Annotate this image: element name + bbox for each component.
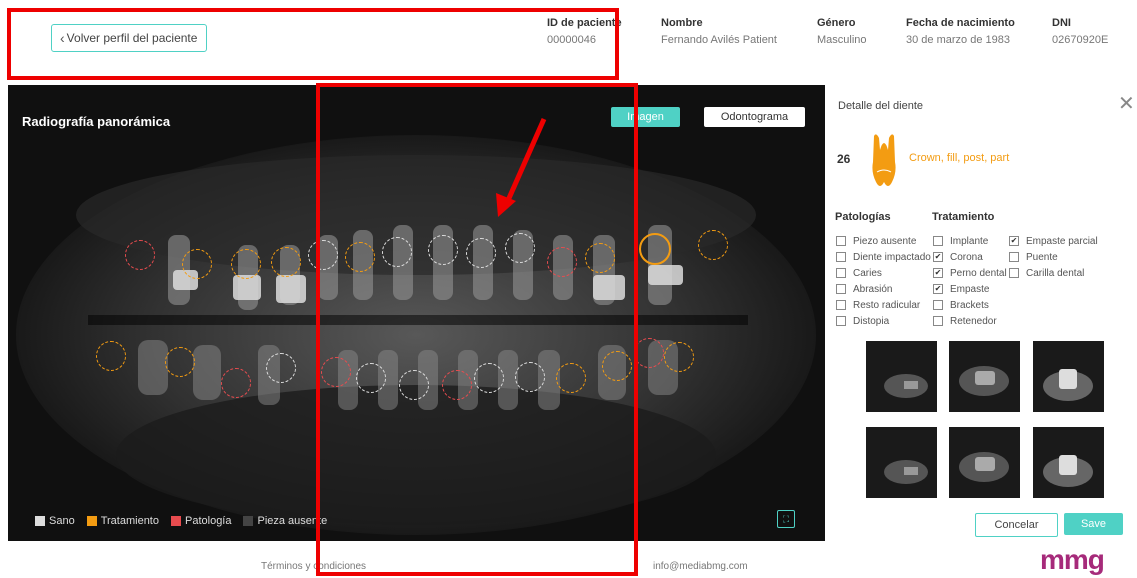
tooth-marker[interactable] [125, 240, 155, 270]
tooth-marker[interactable] [664, 342, 694, 372]
checkbox-box[interactable]: ✔ [933, 284, 943, 294]
xray-thumbnail[interactable] [866, 427, 937, 498]
dni-value: 02670920E [1052, 34, 1109, 46]
checkbox-box[interactable] [836, 236, 846, 246]
gender-label: Género [817, 17, 856, 29]
xray-thumbnail[interactable] [866, 341, 937, 412]
checkbox-retenedor[interactable]: Retenedor [933, 313, 1007, 329]
checkbox-box[interactable] [836, 300, 846, 310]
checkbox-box[interactable] [933, 316, 943, 326]
tab-odontograma[interactable]: Odontograma [704, 107, 805, 127]
tooth-icon [872, 134, 896, 186]
save-button[interactable]: Save [1064, 513, 1123, 535]
xray-thumbnail[interactable] [949, 341, 1020, 412]
xray-thumbnail[interactable] [1033, 341, 1104, 412]
checkbox-implante[interactable]: Implante [933, 233, 1007, 249]
legend-item-sano: Sano [35, 515, 75, 527]
xray-title: Radiografía panorámica [22, 114, 171, 129]
contact-email[interactable]: info@mediabmg.com [653, 561, 748, 572]
patient-name-label: Nombre [661, 17, 703, 29]
checkbox-box[interactable] [1009, 252, 1019, 262]
checkbox-box[interactable]: ✔ [933, 268, 943, 278]
checkbox-box[interactable]: ✔ [933, 252, 943, 262]
checkbox-box[interactable] [933, 300, 943, 310]
birthdate-label: Fecha de nacimiento [906, 17, 1015, 29]
tooth-marker[interactable] [271, 247, 301, 277]
checkbox-piezo-ausente[interactable]: Piezo ausente [836, 233, 931, 249]
checkbox-box[interactable] [836, 316, 846, 326]
annotation-box-xray [316, 83, 638, 576]
checkbox-box[interactable] [933, 236, 943, 246]
tooth-marker[interactable] [231, 249, 261, 279]
checkbox-empaste[interactable]: ✔ Empaste [933, 281, 1007, 297]
treatments-list-1: Implante ✔ Corona ✔ Perno dental ✔ Empaste … [933, 233, 1007, 329]
checkbox-diente-impactado[interactable]: Diente impactado [836, 249, 931, 265]
gender-value: Masculino [817, 34, 867, 46]
checkbox-box[interactable] [836, 252, 846, 262]
fullscreen-icon[interactable]: ⛶ [777, 510, 795, 528]
birthdate-value: 30 de marzo de 1983 [906, 34, 1010, 46]
cancel-button[interactable]: Concelar [975, 513, 1058, 537]
close-icon[interactable]: ✕ [1118, 94, 1135, 114]
birthdate-field: Fecha de nacimiento 30 de marzo de 1983 [906, 17, 1015, 46]
annotation-box-header [7, 8, 619, 80]
tooth-marker-selected[interactable] [639, 233, 671, 265]
xray-thumbnail[interactable] [949, 427, 1020, 498]
annotation-arrow-icon [496, 117, 547, 217]
pathologies-list: Piezo ausente Diente impactado Caries Ab… [836, 233, 931, 329]
checkbox-corona[interactable]: ✔ Corona [933, 249, 1007, 265]
checkbox-brackets[interactable]: Brackets [933, 297, 1007, 313]
checkbox-box[interactable] [1009, 268, 1019, 278]
pathologies-title: Patologías [835, 211, 891, 223]
gender-field: Género Masculino [817, 17, 867, 46]
checkbox-abrasion[interactable]: Abrasión [836, 281, 931, 297]
checkbox-perno-dental[interactable]: ✔ Perno dental [933, 265, 1007, 281]
treatments-list-2: ✔ Empaste parcial Puente Carilla dental [1009, 233, 1098, 281]
tooth-marker[interactable] [634, 338, 664, 368]
dni-label: DNI [1052, 17, 1071, 29]
patient-name-field: Nombre Fernando Avilés Patient [661, 17, 777, 46]
tooth-marker[interactable] [182, 249, 212, 279]
patient-name-value: Fernando Avilés Patient [661, 34, 777, 46]
dni-field: DNI 02670920E [1052, 17, 1108, 46]
checkbox-box[interactable]: ✔ [1009, 236, 1019, 246]
checkbox-box[interactable] [836, 268, 846, 278]
checkbox-carilla-dental[interactable]: Carilla dental [1009, 265, 1098, 281]
mmg-logo: mmg [1040, 544, 1105, 575]
tooth-marker[interactable] [698, 230, 728, 260]
tooth-description: Crown, fill, post, part [909, 152, 1010, 164]
checkbox-resto-radicular[interactable]: Resto radicular [836, 297, 931, 313]
legend-item-pieza-ausente: Pieza ausente [243, 515, 327, 527]
tooth-marker[interactable] [96, 341, 126, 371]
xray-thumbnail[interactable] [1033, 427, 1104, 498]
checkbox-box[interactable] [836, 284, 846, 294]
tooth-number: 26 [837, 152, 851, 166]
legend-item-tratamiento: Tratamiento [86, 515, 159, 527]
treatment-title: Tratamiento [932, 211, 995, 223]
xray-legend: Sano Tratamiento Patología Pieza ausente [35, 515, 327, 527]
checkbox-distopia[interactable]: Distopia [836, 313, 931, 329]
checkbox-puente[interactable]: Puente [1009, 249, 1098, 265]
tooth-marker[interactable] [165, 347, 195, 377]
tooth-marker[interactable] [221, 368, 251, 398]
legend-item-patologia: Patología [171, 515, 231, 527]
checkbox-caries[interactable]: Caries [836, 265, 931, 281]
panel-title: Detalle del diente [838, 100, 924, 112]
tooth-marker[interactable] [266, 353, 296, 383]
checkbox-empaste-parcial[interactable]: ✔ Empaste parcial [1009, 233, 1098, 249]
